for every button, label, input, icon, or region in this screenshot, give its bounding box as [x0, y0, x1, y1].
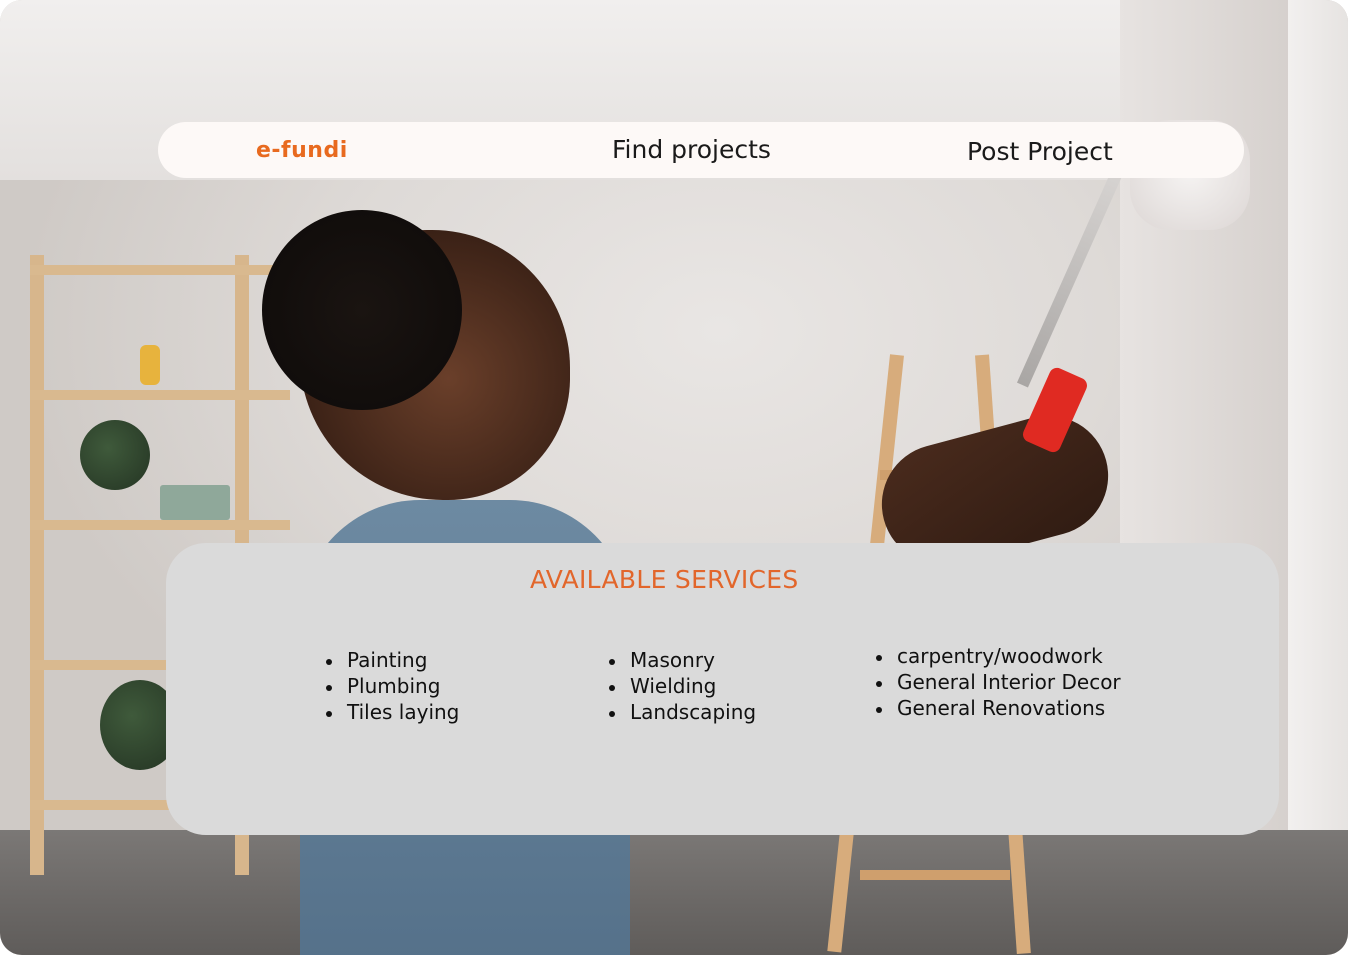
shelf-post [30, 255, 44, 875]
nav-link-post-project[interactable]: Post Project [967, 137, 1113, 166]
service-item: Masonry [609, 647, 756, 673]
floor [0, 830, 1348, 955]
plant [80, 420, 150, 490]
service-item: Plumbing [326, 673, 459, 699]
shelf-board [30, 265, 290, 275]
nav-link-find-projects[interactable]: Find projects [612, 135, 771, 164]
services-title: AVAILABLE SERVICES [530, 565, 799, 594]
service-item: Landscaping [609, 699, 756, 725]
service-item: General Renovations [876, 695, 1121, 721]
person-hair [262, 210, 462, 410]
service-item: General Interior Decor [876, 669, 1121, 695]
services-panel: AVAILABLE SERVICES Painting Plumbing Til… [166, 543, 1279, 835]
service-item: Wielding [609, 673, 756, 699]
service-item: Painting [326, 647, 459, 673]
services-list: Painting Plumbing Tiles laying [326, 647, 459, 725]
box [160, 485, 230, 520]
paint-roller-handle [1016, 172, 1122, 388]
vase [140, 345, 160, 385]
services-list: carpentry/woodwork General Interior Deco… [876, 643, 1121, 721]
right-edge [1288, 0, 1348, 955]
ladder-step [860, 870, 1010, 880]
shelf-board [30, 520, 290, 530]
service-item: Tiles laying [326, 699, 459, 725]
services-list: Masonry Wielding Landscaping [609, 647, 756, 725]
service-item: carpentry/woodwork [876, 643, 1121, 669]
nav-bar: e-fundi Find projects Post Project [158, 122, 1244, 178]
logo[interactable]: e-fundi [256, 138, 348, 163]
shelf-board [30, 390, 290, 400]
page: e-fundi Find projects Post Project AVAIL… [0, 0, 1348, 955]
